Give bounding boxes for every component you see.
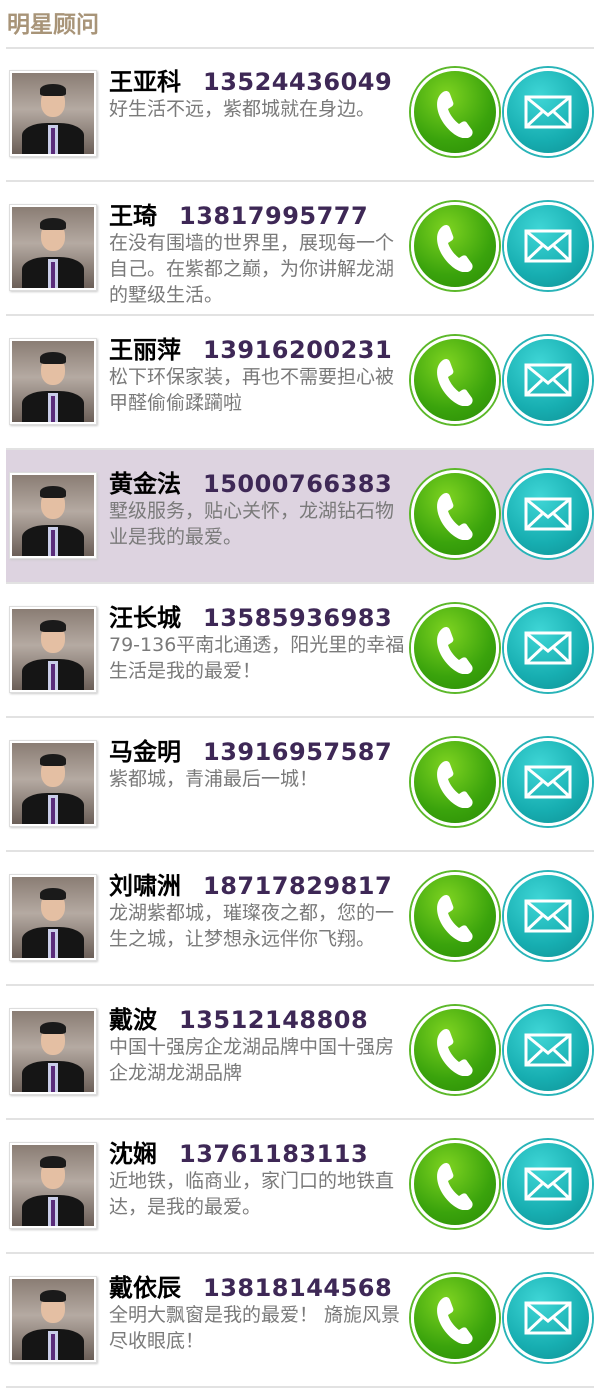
call-button[interactable] <box>411 872 499 960</box>
advisor-row: 马金明 13916957587 紫都城，青浦最后一城！ <box>6 718 594 852</box>
advisor-description: 紫都城，青浦最后一城！ <box>109 768 319 790</box>
advisor-photo <box>9 472 97 559</box>
advisor-phone[interactable]: 13512148808 <box>179 1006 368 1034</box>
advisor-phone[interactable]: 13524436049 <box>203 68 392 96</box>
advisor-name: 王亚科 <box>109 68 181 96</box>
advisor-row: 沈娴 13761183113 近地铁，临商业，家门口的地铁直达，是我的最爱。 <box>6 1120 594 1254</box>
advisor-row: 王亚科 13524436049 好生活不远，紫都城就在身边。 <box>6 48 594 182</box>
phone-icon <box>437 358 473 406</box>
email-button[interactable] <box>504 1140 592 1228</box>
advisor-description: 松下环保家装，再也不需要担心被甲醛偷偷蹂躏啦 <box>109 366 395 414</box>
phone-icon <box>437 626 473 674</box>
envelope-icon <box>524 95 572 129</box>
advisor-phone[interactable]: 13761183113 <box>179 1140 368 1168</box>
advisor-row: 汪长城 13585936983 79-136平南北通透，阳光里的幸福生活是我的最爱… <box>6 584 594 718</box>
advisor-description: 79-136平南北通透，阳光里的幸福生活是我的最爱！ <box>109 634 405 682</box>
envelope-icon <box>524 899 572 933</box>
advisor-phone[interactable]: 13585936983 <box>203 604 392 632</box>
advisor-description: 龙湖紫都城，璀璨夜之都，您的一生之城，让梦想永远伴你飞翔。 <box>109 902 395 950</box>
envelope-icon <box>524 363 572 397</box>
call-button[interactable] <box>411 1006 499 1094</box>
email-button[interactable] <box>504 470 592 558</box>
advisor-name: 汪长城 <box>109 604 181 632</box>
call-button[interactable] <box>411 604 499 692</box>
phone-icon <box>437 224 473 272</box>
advisor-description: 全明大飘窗是我的最爱！ 旖旎风景尽收眼底！ <box>109 1304 401 1352</box>
phone-icon <box>437 492 473 540</box>
call-button[interactable] <box>411 470 499 558</box>
phone-icon <box>437 894 473 942</box>
envelope-icon <box>524 1033 572 1067</box>
advisor-phone[interactable]: 15000766383 <box>203 470 392 498</box>
advisor-name: 戴依辰 <box>109 1274 181 1302</box>
email-button[interactable] <box>504 604 592 692</box>
phone-icon <box>437 1296 473 1344</box>
advisor-phone[interactable]: 13818144568 <box>203 1274 392 1302</box>
envelope-icon <box>524 497 572 531</box>
advisor-name: 马金明 <box>109 738 181 766</box>
email-button[interactable] <box>504 1006 592 1094</box>
call-button[interactable] <box>411 68 499 156</box>
advisor-phone[interactable]: 18717829817 <box>203 872 392 900</box>
advisor-name: 沈娴 <box>109 1140 157 1168</box>
advisor-name: 黄金法 <box>109 470 181 498</box>
call-button[interactable] <box>411 738 499 826</box>
advisor-photo <box>9 204 97 291</box>
email-button[interactable] <box>504 336 592 424</box>
advisor-description: 中国十强房企龙湖品牌中国十强房企龙湖龙湖品牌 <box>109 1036 395 1084</box>
advisor-row: 戴依辰 13818144568 全明大飘窗是我的最爱！ 旖旎风景尽收眼底！ <box>6 1254 594 1388</box>
email-button[interactable] <box>504 68 592 156</box>
advisor-description: 墅级服务，贴心关怀，龙湖钻石物业是我的最爱。 <box>109 500 395 548</box>
call-button[interactable] <box>411 202 499 290</box>
advisor-row: 王丽萍 13916200231 松下环保家装，再也不需要担心被甲醛偷偷蹂躏啦 <box>6 316 594 450</box>
advisor-phone[interactable]: 13817995777 <box>179 202 368 230</box>
advisor-photo <box>9 1142 97 1229</box>
advisor-name: 王丽萍 <box>109 336 181 364</box>
email-button[interactable] <box>504 738 592 826</box>
advisor-photo <box>9 1276 97 1363</box>
email-button[interactable] <box>504 202 592 290</box>
email-button[interactable] <box>504 872 592 960</box>
advisor-description: 好生活不远，紫都城就在身边。 <box>109 98 376 120</box>
advisor-description: 近地铁，临商业，家门口的地铁直达，是我的最爱。 <box>109 1170 395 1218</box>
call-button[interactable] <box>411 1274 499 1362</box>
page-title: 明星顾问 <box>7 12 99 38</box>
advisor-phone[interactable]: 13916957587 <box>203 738 392 766</box>
phone-icon <box>437 90 473 138</box>
advisor-photo <box>9 606 97 693</box>
advisor-photo <box>9 338 97 425</box>
advisor-photo <box>9 70 97 157</box>
phone-icon <box>437 760 473 808</box>
advisor-phone[interactable]: 13916200231 <box>203 336 392 364</box>
phone-icon <box>437 1162 473 1210</box>
call-button[interactable] <box>411 336 499 424</box>
advisor-row: 戴波 13512148808 中国十强房企龙湖品牌中国十强房企龙湖龙湖品牌 <box>6 986 594 1120</box>
advisor-row: 王琦 13817995777 在没有围墙的世界里，展现每一个自己。在紫都之巅，为你… <box>6 182 594 316</box>
envelope-icon <box>524 765 572 799</box>
advisor-photo <box>9 740 97 827</box>
envelope-icon <box>524 1167 572 1201</box>
advisor-row: 黄金法 15000766383 墅级服务，贴心关怀，龙湖钻石物业是我的最爱。 <box>6 450 594 584</box>
advisor-row: 刘啸洲 18717829817 龙湖紫都城，璀璨夜之都，您的一生之城，让梦想永远伴… <box>6 852 594 986</box>
advisor-name: 刘啸洲 <box>109 872 181 900</box>
envelope-icon <box>524 1301 572 1335</box>
advisor-description: 在没有围墙的世界里，展现每一个自己。在紫都之巅，为你讲解龙湖的墅级生活。 <box>109 232 395 306</box>
phone-icon <box>437 1028 473 1076</box>
email-button[interactable] <box>504 1274 592 1362</box>
envelope-icon <box>524 229 572 263</box>
envelope-icon <box>524 631 572 665</box>
advisor-name: 戴波 <box>109 1006 157 1034</box>
call-button[interactable] <box>411 1140 499 1228</box>
advisor-name: 王琦 <box>109 202 157 230</box>
advisor-photo <box>9 1008 97 1095</box>
advisor-photo <box>9 874 97 961</box>
